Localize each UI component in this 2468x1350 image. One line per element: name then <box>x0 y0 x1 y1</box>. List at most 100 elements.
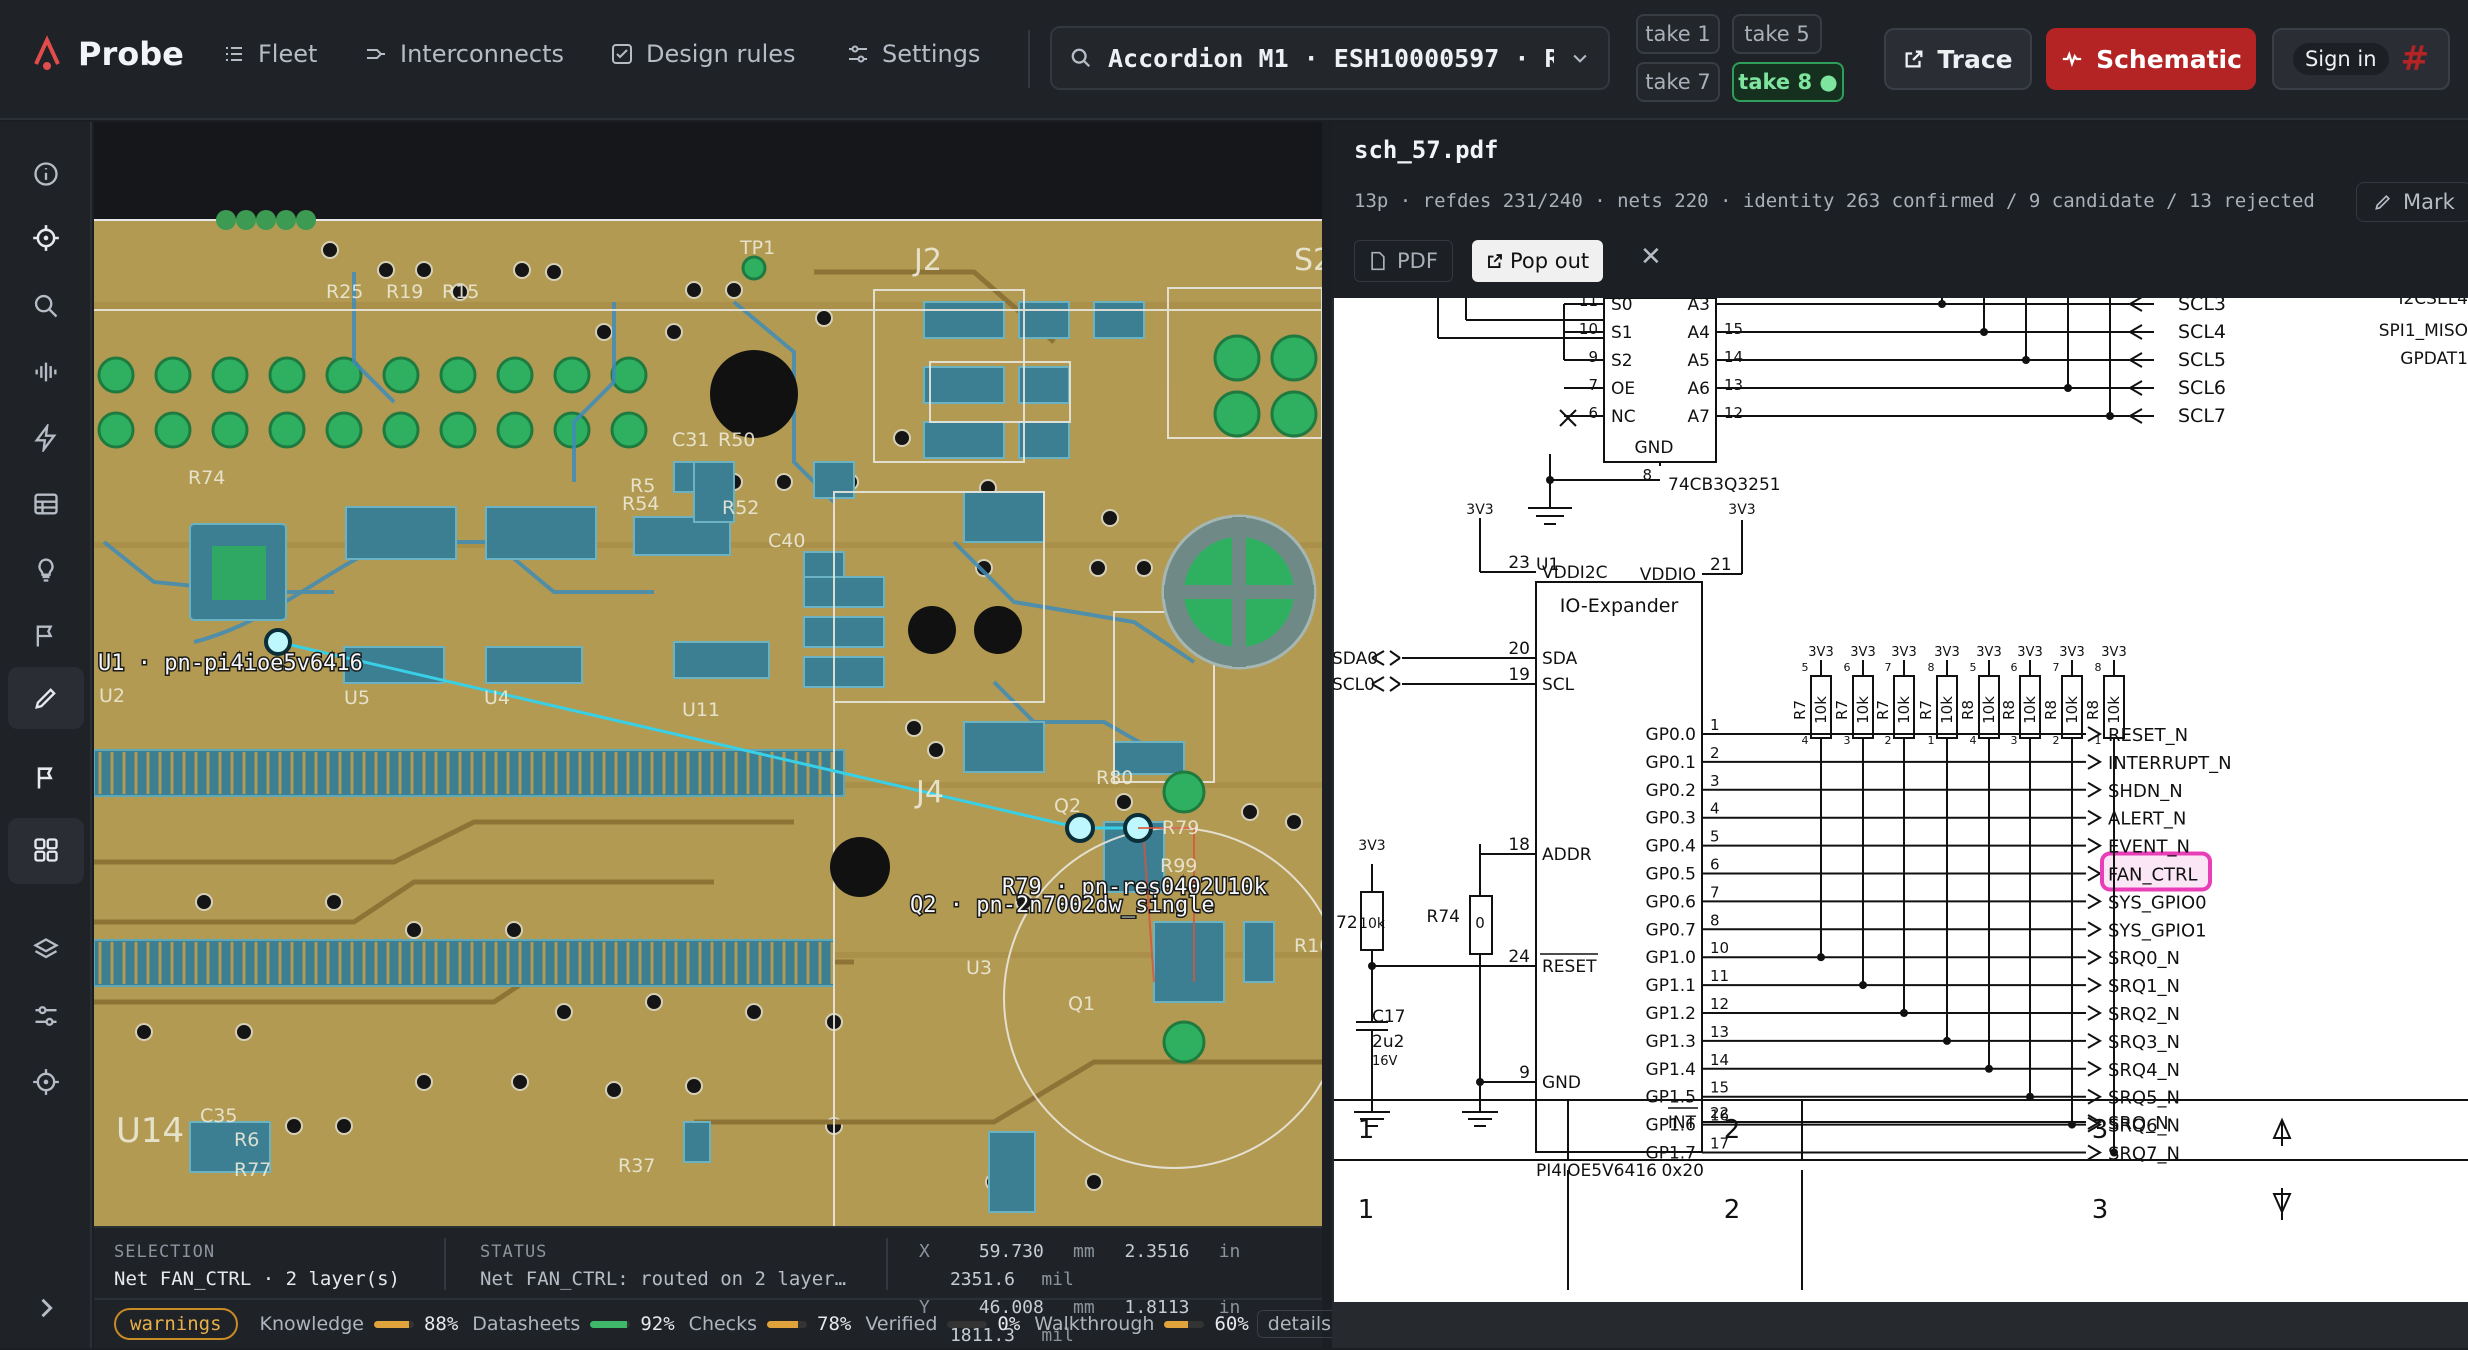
nav-design-rules-label: Design rules <box>646 40 796 68</box>
target-icon[interactable] <box>26 1062 66 1102</box>
pcb-refdes-label: S2 <box>1294 243 1322 278</box>
schematic-viewer[interactable]: S0 11 S1 10 S2 9 OE 7 NC 6 GND 8 74CB3Q3251 A3 SCL3 A4 1… <box>1332 298 2468 1348</box>
nav-fleet[interactable]: Fleet <box>222 40 317 68</box>
schematic-text: 2u2 <box>1372 1032 1404 1052</box>
flag-icon[interactable] <box>26 616 66 656</box>
pcb-refdes-label: R10 <box>1294 935 1322 957</box>
lightbulb-icon[interactable] <box>26 550 66 590</box>
schematic-text: GP1.0 <box>1646 948 1696 968</box>
frame-grid-label: 3 <box>2092 1195 2109 1225</box>
external-link-icon <box>1905 50 1923 68</box>
schematic-text: RESET <box>1542 957 1597 977</box>
take-chip-1[interactable]: take 1 <box>1636 14 1720 54</box>
schematic-text: 13 <box>1724 376 1743 394</box>
schematic-text: A6 <box>1688 379 1710 399</box>
nav-interconnects[interactable]: Interconnects <box>364 40 564 68</box>
pcb-board[interactable]: TP1J2S2R25R19R15R74C31R50R5R52R54C40U2U5… <box>94 122 1322 1226</box>
schematic-button-label: Schematic <box>2096 44 2242 74</box>
app-name: Probe <box>78 35 184 73</box>
status-label: STATUS <box>480 1242 548 1262</box>
popout-button[interactable]: Pop out <box>1472 240 1604 282</box>
left-toolbar <box>0 122 92 1348</box>
board-picker[interactable]: Accordion M1 · ESH10000597 · R... <box>1050 26 1610 90</box>
schematic-text: 23 <box>1508 553 1530 573</box>
bolt-icon[interactable] <box>26 418 66 458</box>
grid-icon[interactable] <box>26 830 66 870</box>
schematic-text: 24 <box>1508 947 1530 967</box>
schematic-text: GND <box>1542 1073 1581 1093</box>
pcb-via <box>595 323 613 341</box>
schematic-text: 7 <box>1588 376 1598 394</box>
schematic-text: 1 <box>1710 716 1720 734</box>
schematic-button[interactable]: Schematic <box>2046 28 2256 90</box>
nav-design-rules[interactable]: Design rules <box>610 40 796 68</box>
schematic-text: 8 <box>1928 661 1935 674</box>
nav-divider <box>1028 30 1030 88</box>
net-label: SDA0 <box>1332 649 1378 669</box>
schematic-page-2 <box>1334 1170 2468 1290</box>
schematic-text: GP1.1 <box>1646 976 1696 996</box>
metrics-list: Knowledge 88% Datasheets 92% Checks 78% Verifi… <box>260 1313 1249 1335</box>
pcb-via <box>1101 509 1119 527</box>
pcb-th-pad <box>496 411 534 449</box>
schematic-text: GP0.5 <box>1646 865 1696 885</box>
net-label: SCL0 <box>1332 675 1375 695</box>
flag-outline-icon[interactable] <box>26 758 66 798</box>
warnings-badge[interactable]: warnings <box>114 1308 238 1340</box>
schematic-text: 0x20 <box>1661 1161 1704 1181</box>
net-label: SRQ3_N <box>2108 1032 2180 1053</box>
sliders-icon[interactable] <box>26 996 66 1036</box>
mark-button[interactable]: Mark <box>2356 182 2468 222</box>
app-logo[interactable]: Probe <box>30 34 184 74</box>
take-chip-5[interactable]: take 5 <box>1732 14 1822 54</box>
pcb-via <box>545 263 563 281</box>
signal-icon[interactable] <box>26 352 66 392</box>
metric-percent: 60% <box>1214 1313 1249 1335</box>
expand-chevron-icon[interactable] <box>26 1288 66 1328</box>
pullup-ref: R8 <box>2042 700 2060 720</box>
search-icon[interactable] <box>26 286 66 326</box>
schematic-text: 6 <box>1844 661 1851 674</box>
metric-label: Verified <box>865 1313 938 1335</box>
status-value: Net FAN_CTRL: routed on 2 layer… <box>480 1268 847 1290</box>
pcb-via <box>893 429 911 447</box>
info-icon[interactable] <box>26 154 66 194</box>
sign-in-button[interactable]: Sign in # <box>2272 28 2450 90</box>
pcb-th-pad <box>268 356 306 394</box>
net-label: ALERT_N <box>2108 809 2186 830</box>
pcb-canvas[interactable]: TP1J2S2R25R19R15R74C31R50R5R52R54C40U2U5… <box>94 122 1322 1226</box>
trace-button[interactable]: Trace <box>1884 28 2032 90</box>
details-button[interactable]: details <box>1256 1310 1343 1338</box>
pullup-ref: R8 <box>2000 700 2018 720</box>
coord-x-row: X 59.730 mm 2.3516 in 2351.6 mil <box>919 1238 1322 1294</box>
pencil-icon[interactable] <box>26 678 66 718</box>
pdf-button[interactable]: PDF <box>1354 240 1453 282</box>
pcb-via <box>135 1023 153 1041</box>
probe-logo-icon <box>34 35 60 70</box>
net-label: SCL3 <box>2178 298 2226 315</box>
pullup-value: 10k <box>1938 696 1956 724</box>
close-icon[interactable]: ✕ <box>1640 242 1662 272</box>
schematic-text: 8 <box>1710 911 1720 929</box>
crosshair-icon[interactable] <box>26 218 66 258</box>
top-bar: Probe Fleet Interconnects Design rules S… <box>0 0 2468 120</box>
pcb-refdes-label: U11 <box>682 699 720 721</box>
take-chip-7[interactable]: take 7 <box>1636 62 1720 102</box>
trace-button-label: Trace <box>1937 44 2013 74</box>
schematic-text: GND <box>1635 438 1674 458</box>
schematic-text: 0 <box>1475 914 1485 932</box>
nav-settings-label: Settings <box>882 40 981 68</box>
schematic-text: 1 <box>1928 734 1935 747</box>
layers-icon[interactable] <box>26 930 66 970</box>
schematic-text: GP0.2 <box>1646 781 1696 801</box>
schematic-text: 3V3 <box>1891 645 1916 660</box>
table-icon[interactable] <box>26 484 66 524</box>
nav-settings[interactable]: Settings <box>846 40 980 68</box>
pullup-ref: R7 <box>1917 700 1935 720</box>
take-chip-8[interactable]: take 8 ● <box>1732 62 1844 102</box>
pcb-refdes-label: R50 <box>718 429 755 451</box>
schematic-text: 8 <box>2095 661 2102 674</box>
net-label: SYS_GPIO1 <box>2108 920 2207 941</box>
schematic-page[interactable]: S011S110S29OE7NC6GND8 74CB3Q3251A3 SCL3A4 1… <box>1332 298 2468 1348</box>
schematic-text: 5 <box>1802 661 1809 674</box>
